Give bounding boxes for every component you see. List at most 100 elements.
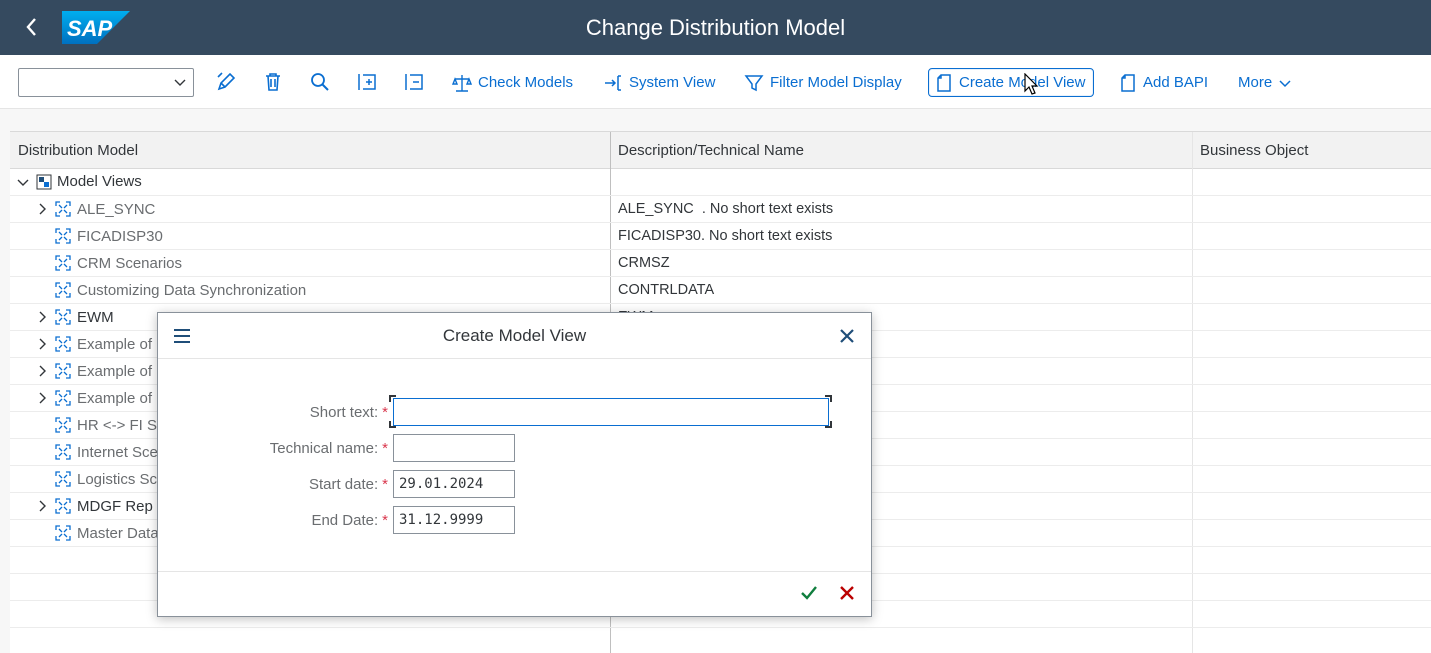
tree-item-description: FICADISP30. No short text exists (618, 228, 833, 244)
chevron-right-icon[interactable] (35, 337, 49, 351)
tree-item-name: MDGF Rep (77, 497, 153, 515)
search-icon[interactable] (309, 71, 331, 93)
end-date-input[interactable]: 31.12.9999 (393, 506, 515, 534)
tree-item-name: Example of (77, 389, 153, 407)
dialog-title: Create Model View (442, 326, 587, 345)
chevron-right-icon[interactable] (35, 202, 49, 216)
tree-item-name: ALE_SYNC (77, 200, 156, 218)
tree-item-name: Example of (77, 362, 153, 380)
start-date-input[interactable]: 29.01.2024 (393, 470, 515, 498)
create-model-view-dialog: Create Model View Short text: * Technical… (157, 312, 872, 617)
short-text-label: Short text: * (309, 404, 388, 421)
dialog-footer (158, 571, 871, 616)
checkmark-icon[interactable] (799, 583, 819, 603)
model-view-icon (55, 336, 71, 352)
chevron-right-icon[interactable] (35, 310, 49, 324)
filter-model-display-label: Filter Model Display (770, 74, 902, 91)
page-title: Change Distribution Model (585, 15, 846, 40)
model-view-icon (55, 417, 71, 433)
more-label: More (1238, 74, 1273, 91)
table-header: Distribution Model Description/Technical… (10, 132, 1431, 169)
model-view-icon (55, 309, 71, 325)
check-models-label: Check Models (478, 74, 574, 91)
filter-model-display-button[interactable]: Filter Model Display (738, 68, 908, 97)
create-model-view-button[interactable]: Create Model View (928, 68, 1094, 97)
tree-item-name: Customizing Data Synchronization (77, 281, 307, 299)
edit-icon[interactable] (215, 71, 237, 93)
system-view-button[interactable]: System View (597, 68, 721, 97)
model-view-icon (55, 363, 71, 379)
model-view-icon (55, 498, 71, 514)
tree-item-name: HR <-> FI S (77, 416, 158, 434)
tree-item-name: Internet Sce (77, 443, 158, 461)
tree-item-name: EWM (77, 308, 114, 326)
column-header-business-object[interactable]: Business Object (1200, 142, 1308, 159)
short-text-input[interactable] (393, 398, 829, 426)
tree-item-label: Master Data (54, 524, 159, 542)
chevron-right-icon[interactable] (35, 391, 49, 405)
cancel-icon[interactable] (837, 583, 857, 603)
tree-item-label: Internet Sce (54, 443, 158, 461)
table-row[interactable]: ALE_SYNC ALE_SYNC . No short text exists (10, 196, 1431, 223)
tree-item-label: Example of (54, 335, 152, 353)
filter-icon (744, 74, 764, 91)
system-view-label: System View (629, 74, 716, 91)
chevron-right-icon[interactable] (35, 364, 49, 378)
model-views-label: Model Views (57, 173, 142, 190)
model-view-icon (55, 390, 71, 406)
add-bapi-label: Add BAPI (1143, 74, 1209, 91)
model-view-icon (55, 201, 71, 217)
chevron-down-icon[interactable] (16, 175, 30, 189)
model-view-icon (55, 444, 71, 460)
tree-item-label: Logistics Sc (54, 470, 157, 488)
shell-header: SAP Change Distribution Model (0, 0, 1431, 55)
model-view-icon (55, 471, 71, 487)
technical-name-input[interactable] (393, 434, 515, 462)
chevron-down-icon (1279, 79, 1291, 87)
tree-item-name: Logistics Sc (77, 470, 158, 488)
tree-root-label: Model Views (36, 173, 142, 190)
more-button[interactable]: More (1232, 68, 1298, 97)
tree-root-row[interactable]: Model Views (10, 169, 1431, 196)
technical-name-label: Technical name: * (269, 440, 388, 457)
tree-item-name: Example of (77, 335, 153, 353)
collapse-all-icon[interactable] (403, 71, 425, 93)
tree-item-label: MDGF Rep (54, 497, 153, 515)
create-model-view-label: Create Model View (959, 74, 1086, 91)
delete-icon[interactable] (262, 71, 284, 93)
table-row[interactable]: CRM Scenarios CRMSZ (10, 250, 1431, 277)
model-folder-icon (36, 174, 52, 189)
tree-item-label: Example of (54, 362, 152, 380)
tree-item-label: EWM (54, 308, 114, 326)
expand-all-icon[interactable] (356, 71, 378, 93)
tree-item-name: CRM Scenarios (77, 254, 183, 272)
document-icon (937, 73, 951, 92)
tree-item-label: ALE_SYNC (54, 200, 155, 218)
add-bapi-button[interactable]: Add BAPI (1113, 68, 1214, 97)
tree-item-label: HR <-> FI S (54, 416, 157, 434)
model-select-dropdown[interactable] (18, 68, 194, 97)
toolbar: Check Models System View Filter Model Di… (0, 55, 1431, 109)
tree-item-label: Example of (54, 389, 152, 407)
check-models-button[interactable]: Check Models (446, 68, 579, 97)
model-view-icon (55, 228, 71, 244)
start-date-label: Start date: * (308, 476, 388, 493)
tree-item-description: CRMSZ (618, 255, 670, 271)
column-header-distribution-model[interactable]: Distribution Model (18, 142, 138, 159)
model-view-icon (55, 255, 71, 271)
model-view-icon (55, 282, 71, 298)
tree-item-description: CONTRLDATA (618, 282, 715, 298)
tree-item-name: Master Data (77, 524, 159, 542)
tree-item-label: CRM Scenarios (54, 254, 182, 272)
tree-item-name: FICADISP30 (77, 227, 163, 245)
table-row[interactable]: FICADISP30 FICADISP30. No short text exis… (10, 223, 1431, 250)
close-icon[interactable] (837, 326, 857, 346)
dialog-header: Create Model View (158, 313, 871, 359)
document-icon (1121, 73, 1135, 92)
chevron-right-icon[interactable] (35, 499, 49, 513)
column-header-description[interactable]: Description/Technical Name (618, 142, 804, 159)
tree-item-label: FICADISP30 (54, 227, 163, 245)
table-row[interactable]: Customizing Data Synchronization CONTRLDA… (10, 277, 1431, 304)
model-view-icon (55, 525, 71, 541)
end-date-label: End Date: * (311, 512, 388, 529)
